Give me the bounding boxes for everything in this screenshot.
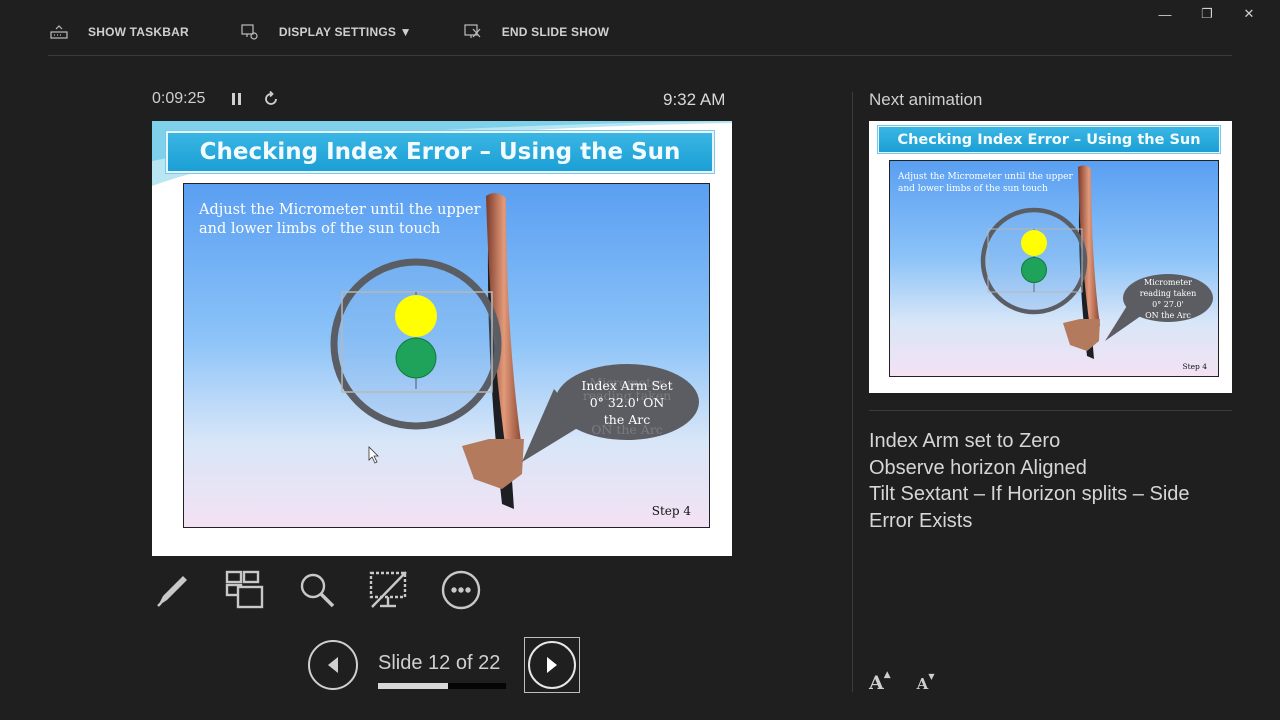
previous-arrow-icon — [328, 657, 338, 673]
preview-sun-lower — [1021, 257, 1047, 283]
slide-progress-fill — [378, 683, 449, 689]
slides-grid-icon — [225, 570, 264, 609]
pane-divider — [852, 92, 853, 692]
bubble-text-3: the Arc — [604, 412, 650, 427]
decrease-font-button[interactable]: A ▼ — [917, 672, 935, 694]
taskbar-icon — [48, 23, 70, 41]
mouse-cursor-icon — [368, 446, 379, 464]
pen-tool-button[interactable] — [152, 568, 194, 612]
preview-sextant-illustration: Micrometer reading taken 0° 27.0' ON the… — [980, 165, 1213, 359]
decrease-font-icon: A — [916, 675, 929, 693]
notes-divider — [869, 410, 1232, 411]
increase-font-icon: A — [869, 672, 884, 694]
next-animation-title: Next animation — [869, 90, 983, 109]
show-taskbar-label: SHOW TASKBAR — [88, 25, 189, 39]
speaker-notes[interactable]: Index Arm set to Zero Observe horizon Al… — [869, 428, 1229, 534]
bubble-text-1: Index Arm Set — [581, 378, 672, 393]
preview-bubble-text-1: Micrometer — [1144, 278, 1192, 287]
end-show-icon — [462, 23, 484, 41]
black-screen-button[interactable] — [368, 568, 410, 612]
display-settings-label: DISPLAY SETTINGS ▼ — [278, 25, 412, 39]
presenter-tools — [152, 568, 482, 612]
preview-content-panel: Adjust the Micrometer until the upper an… — [889, 160, 1219, 377]
current-slide[interactable]: Checking Index Error – Using the Sun Adj… — [152, 121, 732, 556]
notes-line-3: Tilt Sextant – If Horizon splits – Side — [869, 483, 1190, 505]
restart-timer-icon[interactable] — [263, 90, 279, 112]
display-settings-button[interactable]: DISPLAY SETTINGS ▼ — [239, 18, 412, 46]
zoom-button[interactable] — [296, 568, 338, 612]
slide-title: Checking Index Error – Using the Sun — [166, 131, 714, 173]
decrease-caret-icon: ▼ — [928, 672, 935, 681]
next-button-ring — [528, 641, 576, 689]
preview-clamp — [1063, 319, 1100, 351]
next-arrow-icon — [547, 657, 557, 673]
increase-caret-icon: ▲ — [883, 670, 891, 680]
slide-content-panel: Adjust the Micrometer until the upper an… — [183, 183, 710, 528]
see-all-slides-button[interactable] — [224, 568, 266, 612]
notes-line-1: Index Arm set to Zero — [869, 430, 1061, 452]
preview-sun-upper — [1021, 230, 1047, 256]
slide-step-label: Step 4 — [651, 504, 691, 518]
preview-bubble-text-4: ON the Arc — [1145, 311, 1191, 320]
display-settings-icon — [239, 23, 261, 41]
pen-icon — [157, 576, 187, 607]
clock: 9:32 AM — [663, 90, 726, 109]
sextant-clamp — [462, 439, 524, 489]
pause-timer-icon[interactable] — [231, 92, 243, 111]
previous-slide-button[interactable] — [308, 640, 358, 690]
sextant-illustration: Micrometer reading taken ON the Arc Inde… — [330, 192, 699, 509]
notes-font-controls: A ▲ A ▼ — [869, 670, 935, 694]
next-slide-preview[interactable]: Checking Index Error – Using the Sun Adj… — [869, 121, 1232, 393]
increase-font-button[interactable]: A ▲ — [869, 670, 891, 694]
more-options-icon — [441, 570, 481, 610]
sun-upper-limb — [395, 295, 437, 337]
elapsed-timer: 0:09:25 — [152, 90, 206, 107]
bubble-text-2: 0° 32.0' ON — [590, 395, 665, 410]
notes-line-2: Observe horizon Aligned — [869, 456, 1087, 479]
more-options-button[interactable] — [440, 568, 482, 612]
close-button[interactable]: ✕ — [1228, 4, 1270, 24]
slide-counter[interactable]: Slide 12 of 22 — [378, 652, 500, 675]
preview-step-label: Step 4 — [1182, 362, 1207, 371]
preview-bubble-text-3: 0° 27.0' — [1152, 300, 1184, 309]
slide-progress-bar — [378, 683, 506, 689]
zoom-icon — [300, 573, 335, 608]
sun-lower-limb — [395, 337, 437, 379]
show-taskbar-button[interactable]: SHOW TASKBAR — [48, 18, 189, 46]
black-screen-icon — [369, 571, 407, 608]
notes-line-4: Error Exists — [869, 509, 973, 532]
preview-bubble-text-2: reading taken — [1140, 289, 1197, 298]
end-slide-show-button[interactable]: END SLIDE SHOW — [462, 18, 609, 46]
preview-slide-title: Checking Index Error – Using the Sun — [878, 126, 1220, 153]
end-slide-show-label: END SLIDE SHOW — [501, 25, 610, 39]
next-slide-button[interactable] — [524, 637, 580, 693]
presenter-toolbar: SHOW TASKBAR DISPLAY SETTINGS ▼ END SLID… — [48, 18, 1232, 56]
